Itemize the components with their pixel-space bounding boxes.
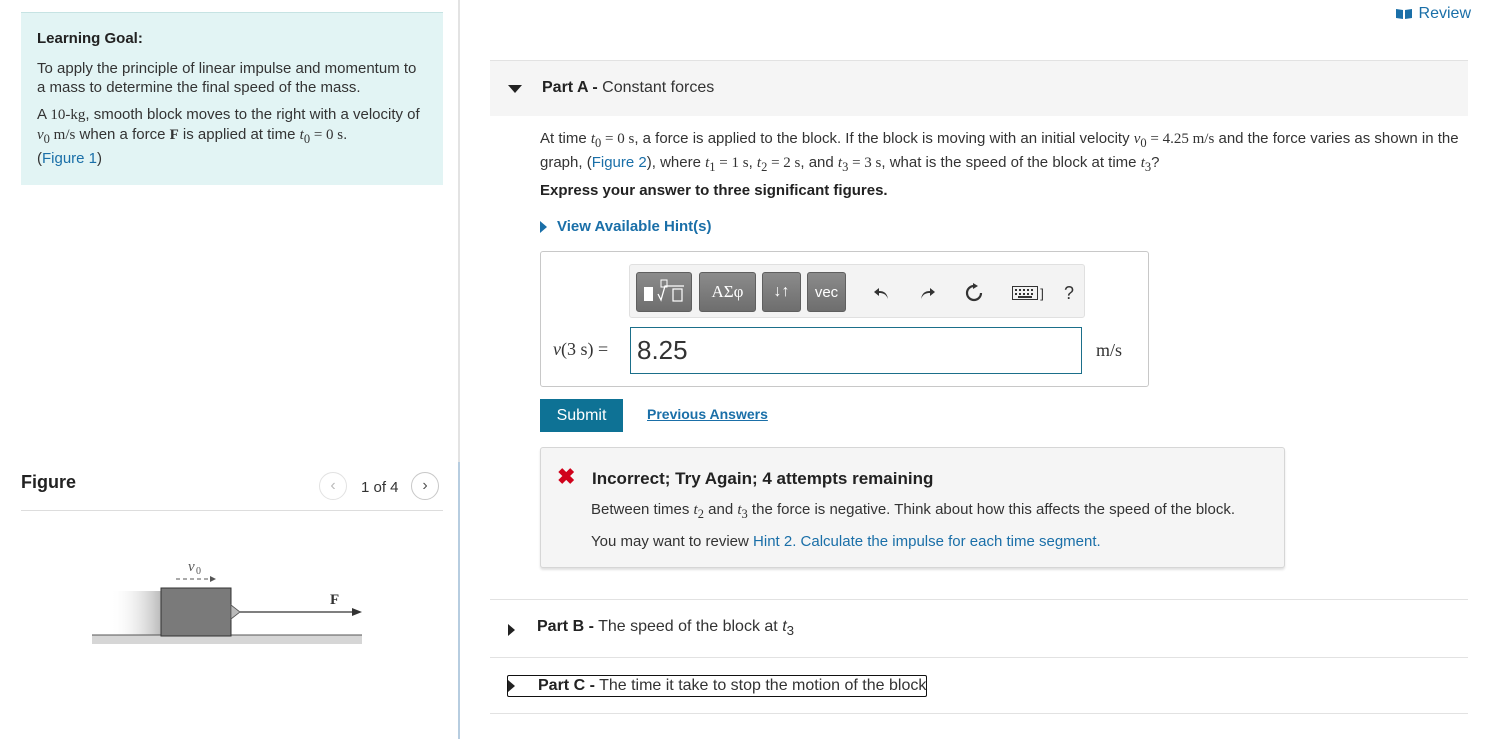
caret-right-icon [540,220,547,233]
feedback-panel: ✖ Incorrect; Try Again; 4 attempts remai… [540,447,1285,568]
math-toolbar: ΑΣφ ↓↑ vec ] ? [629,264,1085,318]
hint-2-link[interactable]: Hint 2. Calculate the impulse for each t… [753,533,1097,550]
redo-button[interactable] [915,281,941,305]
force-label: F [330,592,339,608]
figure-block-diagram: v 0 F [92,559,362,644]
answer-instruction: Express your answer to three significant… [540,182,888,199]
figure-header: Figure ‹ 1 of 4 › [21,470,443,511]
chevron-left-icon: ‹ [330,477,336,494]
answer-label: v(3 s) = [553,339,609,359]
reset-button[interactable] [961,281,987,305]
submit-button[interactable]: Submit [540,399,623,432]
left-pane: Learning Goal: To apply the principle of… [0,0,458,739]
part-c-title: Part C - The time it take to stop the mo… [507,675,928,697]
book-icon [1395,9,1412,19]
question-text: At time t0 = 0 s, a force is applied to … [540,130,1459,174]
help-button[interactable]: ? [1056,281,1082,305]
velocity-arrow-icon [210,576,216,582]
previous-answers-link[interactable]: Previous Answers [647,406,768,422]
feedback-hint-reference: You may want to review Hint 2. Calculate… [591,533,1101,550]
vector-button[interactable]: vec [807,272,846,312]
pane-divider-handle[interactable] [458,462,460,739]
force-arrow-icon [352,608,362,616]
keyboard-button[interactable]: ] [1008,281,1048,305]
chevron-right-icon: › [422,477,428,494]
feedback-title: Incorrect; Try Again; 4 attempts remaini… [592,469,934,488]
part-b-title: Part B - The speed of the block at t3 [537,618,795,639]
feedback-message: Between times t2 and t3 the force is neg… [591,501,1236,521]
reset-icon [965,283,983,302]
block [160,587,232,637]
figure-counter: 1 of 4 [361,479,399,496]
learning-goal-text: To apply the principle of linear impulse… [37,60,417,96]
templates-button[interactable] [636,272,692,312]
caret-right-icon [508,680,515,692]
figure-next-button[interactable]: › [411,472,439,500]
keyboard-icon [1012,286,1039,300]
answer-box: ΑΣφ ↓↑ vec ] ? v(3 s) = m/s [540,251,1149,387]
motion-blur [110,591,162,637]
figure-2-link[interactable]: Figure 2 [592,154,647,171]
view-hints-toggle[interactable]: View Available Hint(s) [540,218,712,235]
error-x-icon: ✖ [557,464,576,489]
part-a-header[interactable]: Part A - Constant forces [490,60,1468,116]
learning-goal-box: Learning Goal: To apply the principle of… [21,12,443,185]
undo-button[interactable] [868,281,894,305]
v0-subscript: 0 [196,566,201,577]
redo-icon [921,288,935,299]
learning-goal-problem: A 10-kg, smooth block moves to the right… [37,106,420,167]
figure-title: Figure [21,472,77,492]
templates-icon [644,279,684,302]
answer-unit: m/s [1096,340,1123,360]
figure-prev-button[interactable]: ‹ [319,472,347,500]
part-c-header[interactable]: Part C - The time it take to stop the mo… [490,657,1468,714]
answer-input[interactable] [630,327,1082,374]
greek-symbols-button[interactable]: ΑΣφ [699,272,756,312]
part-b-header[interactable]: Part B - The speed of the block at t3 [490,599,1468,657]
part-a-title: Part A - Constant forces [542,79,715,96]
undo-icon [874,288,888,299]
caret-down-icon [508,85,522,93]
v0-label: v [188,559,195,575]
caret-right-icon [508,624,515,636]
figure-1-link[interactable]: Figure 1 [42,150,97,167]
review-link[interactable]: Review [1395,5,1471,23]
subscript-superscript-button[interactable]: ↓↑ [762,272,801,312]
learning-goal-title: Learning Goal: [37,30,143,47]
